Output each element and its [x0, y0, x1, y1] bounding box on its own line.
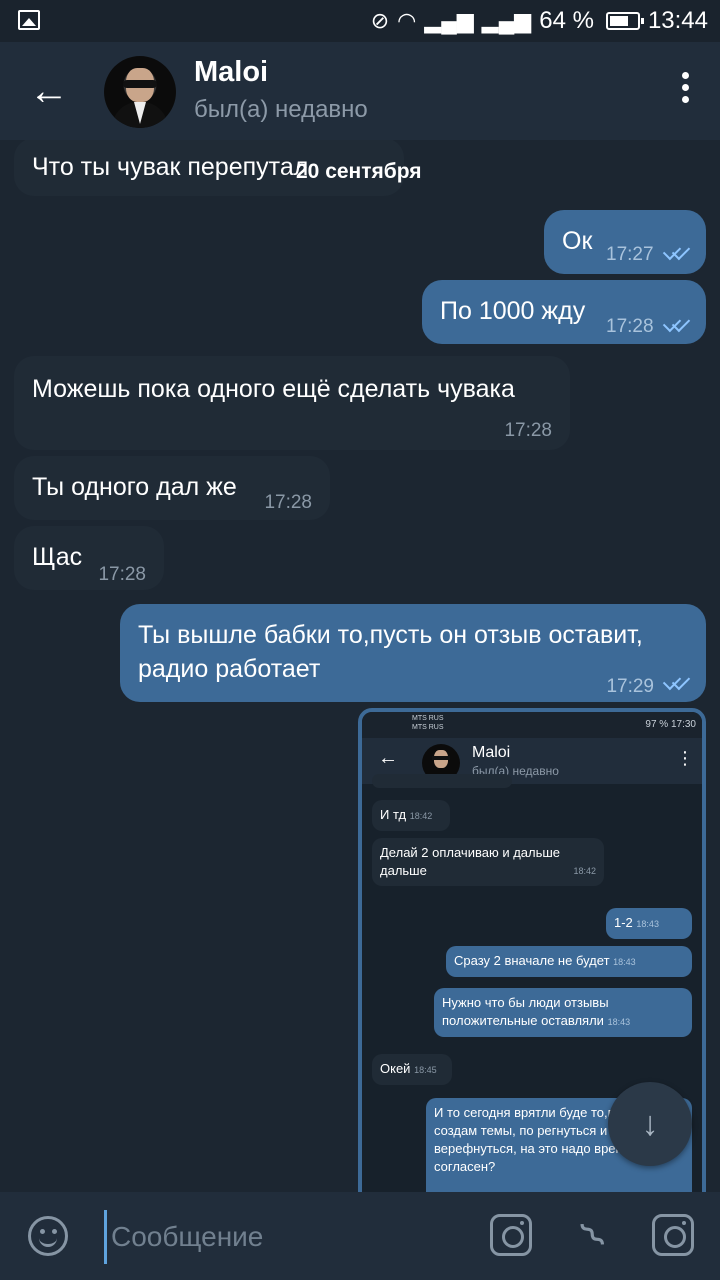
- message-text: Ок: [562, 227, 593, 255]
- instagram-camera-icon[interactable]: [652, 1214, 694, 1256]
- paperclip-icon[interactable]: ⌇: [563, 1205, 625, 1267]
- message-text: Ты вышле бабки то,пусть он отзыв оставит…: [138, 621, 643, 683]
- read-checks-icon: [662, 248, 690, 262]
- photo-bubble-text: Нужно что бы люди отзывы положительные о…: [442, 995, 609, 1028]
- arrow-down-icon: ↓: [641, 1105, 659, 1143]
- camera-icon[interactable]: [490, 1214, 532, 1256]
- message-bubble[interactable]: Ты одного дал же 17:28: [14, 456, 330, 520]
- gallery-notification-icon: [18, 10, 40, 30]
- photo-bubble-text: 1-2: [614, 915, 633, 930]
- avatar[interactable]: [104, 56, 176, 128]
- photo-bubble-text: И тд: [380, 807, 407, 822]
- message-bubble[interactable]: Щас 17:28: [14, 526, 164, 590]
- message-list[interactable]: Что ты чувак перепутал 20 сентября Ок 17…: [0, 140, 720, 1192]
- message-text: Что ты чувак перепутал: [32, 153, 309, 181]
- message-time: 17:28: [98, 564, 146, 585]
- photo-bubble-time: 18:43: [613, 957, 636, 967]
- message-text: Ты одного дал же: [32, 473, 237, 501]
- photo-bubble-time: 18:43: [636, 919, 659, 929]
- message-text: По 1000 жду: [440, 297, 586, 325]
- more-vertical-icon[interactable]: [676, 72, 694, 112]
- photo-bubble-text: Сразу 2 вначале не будет: [454, 953, 610, 968]
- vibrate-off-icon: ⊘: [370, 8, 390, 33]
- message-text: Можешь пока одного ещё сделать чувака: [32, 375, 515, 403]
- message-composer: ⌇: [0, 1192, 720, 1280]
- status-time: 13:44: [647, 7, 708, 34]
- photo-bubble: Нужно что бы люди отзывы положительные о…: [434, 988, 692, 1037]
- photo-bubble-time: 18:43: [607, 1017, 631, 1027]
- photo-bubble: Сразу 2 вначале не будет 18:43: [446, 946, 692, 977]
- photo-title: Maloi: [472, 744, 511, 761]
- scroll-down-button[interactable]: ↓: [608, 1082, 692, 1166]
- message-bubble[interactable]: Ты вышле бабки то,пусть он отзыв оставит…: [120, 604, 706, 702]
- battery-percent: 64 %: [539, 7, 594, 34]
- signal-icon-2: ▂▄▆: [481, 8, 532, 33]
- photo-menu-icon: ⋮: [676, 748, 694, 768]
- photo-bubble-text: Окей: [380, 1061, 411, 1076]
- message-time: 17:28: [504, 420, 552, 441]
- chat-title[interactable]: Maloi: [194, 56, 268, 89]
- photo-bubble: Окей 18:45: [372, 1054, 452, 1085]
- message-text: Щас: [32, 543, 83, 571]
- status-bar-right: ⊘ ◠ ▂▄▆ ▂▄▆ 64 % 13:44: [371, 7, 708, 35]
- photo-carrier: MTS RUS MTS RUS: [412, 715, 444, 731]
- date-separator: 20 сентября: [296, 160, 422, 183]
- smile-icon[interactable]: [28, 1216, 68, 1256]
- photo-bubble: И тд 18:42: [372, 800, 450, 831]
- photo-bubble: 1-2 18:43: [606, 908, 692, 939]
- photo-bubble-time: 18:45: [414, 1065, 437, 1075]
- signal-icon: ▂▄▆: [424, 8, 474, 33]
- chat-last-seen: был(а) недавно: [194, 96, 368, 123]
- message-time: 17:28: [606, 316, 654, 337]
- photo-status-right: 97 % 17:30: [645, 719, 696, 730]
- read-checks-icon: [662, 678, 690, 692]
- message-bubble[interactable]: Ок 17:27: [544, 210, 706, 274]
- message-bubble[interactable]: Можешь пока одного ещё сделать чувака 17…: [14, 356, 570, 450]
- message-input[interactable]: [104, 1210, 464, 1264]
- photo-bubble-text: Делай 2 оплачиваю и дальше дальше: [380, 845, 561, 878]
- photo-bubble-cut: [372, 774, 512, 788]
- photo-bubble-time: 18:42: [573, 866, 596, 876]
- message-bubble[interactable]: По 1000 жду 17:28: [422, 280, 706, 344]
- message-time: 17:29: [606, 676, 654, 697]
- photo-status-bar: MTS RUS MTS RUS 97 % 17:30: [362, 712, 702, 738]
- back-arrow-icon[interactable]: ←: [26, 68, 72, 114]
- message-time: 17:27: [606, 244, 654, 265]
- photo-bubble-time: 18:42: [409, 811, 433, 821]
- read-checks-icon: [662, 320, 690, 334]
- chat-screen: ⊘ ◠ ▂▄▆ ▂▄▆ 64 % 13:44 ← Maloi был(а) не…: [0, 0, 720, 1280]
- photo-bubble: Делай 2 оплачиваю и дальше дальше 18:42: [372, 838, 604, 886]
- chat-header: ← Maloi был(а) недавно: [0, 42, 720, 140]
- message-time: 17:28: [264, 492, 312, 513]
- status-bar: ⊘ ◠ ▂▄▆ ▂▄▆ 64 % 13:44: [0, 0, 720, 42]
- photo-back-icon: ←: [378, 747, 398, 769]
- wifi-icon: ◠: [397, 8, 417, 33]
- battery-icon: [605, 12, 644, 30]
